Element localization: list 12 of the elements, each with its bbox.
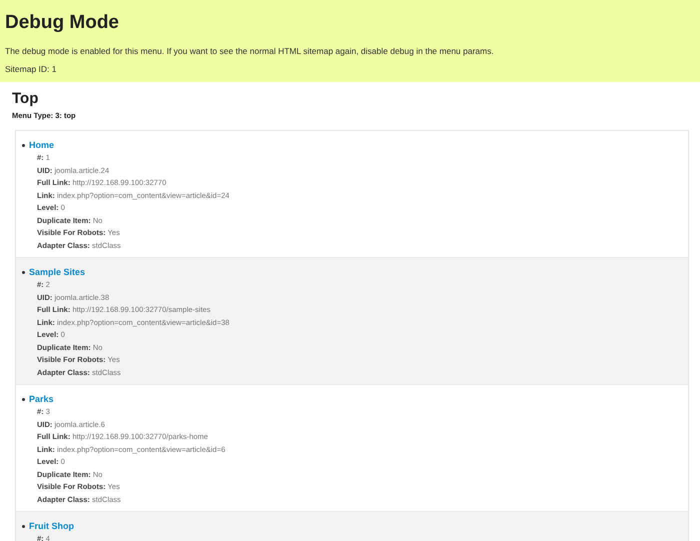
menu-item-link[interactable]: Fruit Shop <box>29 521 74 531</box>
menu-item-link[interactable]: Parks <box>29 394 54 404</box>
sitemap-id: Sitemap ID: 1 <box>5 64 58 74</box>
banner-title: Debug Mode <box>5 12 120 34</box>
bullet-icon <box>22 144 25 146</box>
bullet-icon <box>22 524 25 528</box>
debug-message: The debug mode is enabled for this menu. If you want to see the normal HTML sitemap again, disable debug in the menu params. <box>5 46 495 56</box>
menu-title: Top <box>12 90 40 107</box>
bullet-icon <box>22 398 25 400</box>
menu-item-link[interactable]: Home <box>29 140 54 150</box>
menu-item-link[interactable]: Sample Sites <box>29 267 86 277</box>
bullet-icon <box>22 270 25 274</box>
